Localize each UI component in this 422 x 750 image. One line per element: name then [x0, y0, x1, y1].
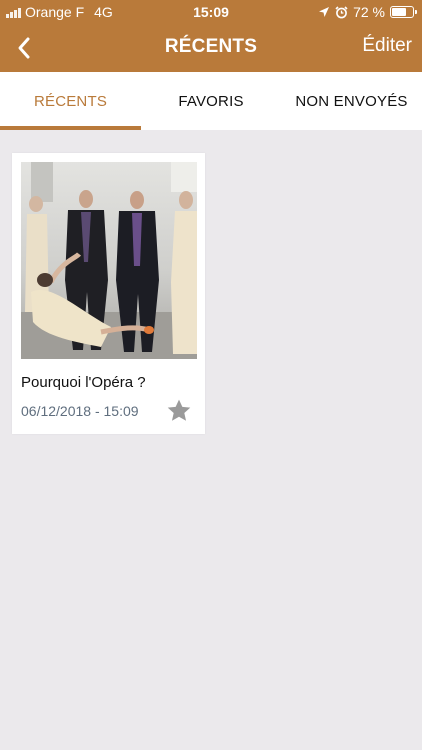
status-right: 72 % — [318, 4, 417, 20]
favorite-star-icon[interactable] — [166, 398, 192, 424]
battery-icon — [390, 6, 417, 18]
status-bar: Orange F 4G 15:09 72 % — [0, 0, 422, 24]
active-tab-indicator — [0, 126, 141, 130]
battery-level — [392, 8, 406, 16]
top-bar: Orange F 4G 15:09 72 % RÉCENTS Éditer — [0, 0, 422, 72]
edit-button[interactable]: Éditer — [362, 35, 412, 57]
document-thumbnail[interactable] — [21, 162, 197, 359]
document-date: 06/12/2018 - 15:09 — [21, 403, 139, 419]
page-title: RÉCENTS — [164, 36, 258, 57]
tab-non-envoyes[interactable]: NON ENVOYÉS — [281, 72, 422, 130]
battery-percent: 72 % — [353, 4, 385, 20]
opera-photo — [21, 162, 197, 359]
tab-bar: RÉCENTS FAVORIS NON ENVOYÉS — [0, 72, 422, 130]
location-arrow-icon — [319, 7, 330, 17]
document-card[interactable]: Pourquoi l'Opéra ? 06/12/2018 - 15:09 — [12, 153, 205, 434]
document-title: Pourquoi l'Opéra ? — [21, 374, 146, 391]
tab-favoris[interactable]: FAVORIS — [141, 72, 281, 130]
tab-recents[interactable]: RÉCENTS — [0, 72, 141, 130]
alarm-icon — [335, 5, 348, 18]
navigation-bar: RÉCENTS Éditer — [0, 24, 422, 72]
